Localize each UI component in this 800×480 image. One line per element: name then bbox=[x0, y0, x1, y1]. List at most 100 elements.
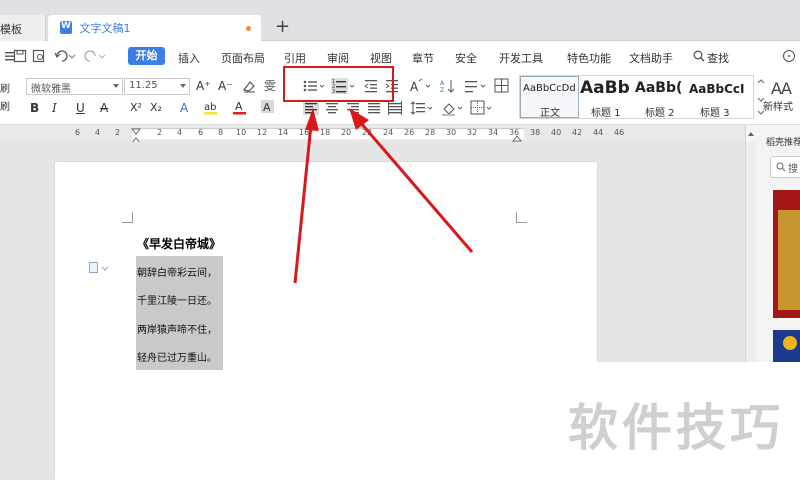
menu-chapter[interactable]: 章节 bbox=[412, 50, 434, 66]
style-heading3[interactable]: AaBbCcI 标题 3 bbox=[689, 77, 745, 121]
redo-icon[interactable] bbox=[84, 49, 106, 63]
menu-page-layout[interactable]: 页面布局 bbox=[221, 50, 265, 66]
char-shading-icon[interactable]: A bbox=[260, 99, 276, 115]
ruler-tick-label: 6 bbox=[198, 128, 204, 137]
template-thumbnail[interactable] bbox=[773, 190, 800, 318]
italic-button[interactable]: I bbox=[52, 101, 57, 115]
ruler-tick-label: 4 bbox=[177, 128, 183, 137]
clear-format-icon[interactable] bbox=[241, 78, 257, 94]
text-effect-icon[interactable]: A bbox=[178, 100, 194, 116]
svg-text:A: A bbox=[440, 80, 445, 87]
shrink-font-button[interactable]: A⁻ bbox=[218, 79, 233, 93]
search-icon bbox=[776, 162, 786, 172]
font-name-value: 微软雅黑 bbox=[31, 84, 71, 95]
grow-font-button[interactable]: A⁺ bbox=[196, 79, 211, 93]
menu-view[interactable]: 视图 bbox=[370, 50, 392, 66]
new-style-button[interactable]: 新样式 bbox=[763, 101, 793, 115]
ruler-tick-label: 10 bbox=[236, 128, 247, 137]
style-heading2[interactable]: AaBb( 标题 2 bbox=[635, 77, 687, 121]
ruler-tick-label: 28 bbox=[425, 128, 436, 137]
font-name-select[interactable]: 微软雅黑 bbox=[26, 78, 123, 95]
menu-security[interactable]: 安全 bbox=[455, 50, 477, 66]
scroll-up-icon[interactable] bbox=[747, 131, 755, 137]
justify-icon[interactable] bbox=[367, 101, 381, 115]
svg-text:A: A bbox=[410, 80, 419, 94]
ruler-tick-label: 20 bbox=[341, 128, 352, 137]
show-hide-marks-icon[interactable] bbox=[494, 78, 510, 94]
text-direction-icon[interactable]: A bbox=[410, 78, 432, 94]
save-icon[interactable] bbox=[13, 49, 27, 63]
ruler-tick-label: 46 bbox=[614, 128, 625, 137]
superscript-button[interactable]: X² bbox=[130, 101, 142, 115]
line-spacing-icon[interactable] bbox=[410, 100, 434, 116]
ruler-tick-label: 2 bbox=[157, 128, 163, 137]
print-preview-icon[interactable] bbox=[32, 49, 46, 63]
distribute-icon[interactable] bbox=[388, 101, 402, 115]
ruler-tick-label: 34 bbox=[488, 128, 499, 137]
menu-references[interactable]: 引用 bbox=[284, 50, 306, 66]
right-indent-marker-icon[interactable] bbox=[512, 134, 522, 142]
ruler-tick-label: 6 bbox=[75, 128, 81, 137]
highlight-icon[interactable]: ab bbox=[203, 99, 219, 115]
poem-line[interactable]: 两岸猿声啼不住， bbox=[137, 321, 217, 336]
new-style-icon[interactable]: AA bbox=[770, 78, 794, 98]
tab-templates-label: 模板 bbox=[0, 23, 22, 36]
template-thumbnail[interactable] bbox=[773, 330, 800, 362]
sort-icon[interactable]: AZ bbox=[440, 78, 456, 94]
tab-templates[interactable]: 模板 bbox=[0, 15, 46, 41]
menu-find[interactable]: 查找 bbox=[707, 50, 729, 66]
pane-search-placeholder: 搜 bbox=[788, 164, 798, 175]
undo-icon[interactable] bbox=[54, 49, 76, 63]
align-center-icon[interactable] bbox=[325, 101, 339, 115]
font-size-value: 11.25 bbox=[129, 80, 158, 91]
ruler-tick-label: 18 bbox=[320, 128, 331, 137]
pane-title: 稻壳推荐 bbox=[766, 138, 800, 148]
pane-search-input[interactable]: 搜 bbox=[770, 156, 800, 178]
thumbnail-banner bbox=[778, 210, 800, 310]
menu-insert[interactable]: 插入 bbox=[178, 50, 200, 66]
ruler-tick-label: 14 bbox=[278, 128, 289, 137]
poem-line[interactable]: 千里江陵一日还。 bbox=[137, 292, 217, 307]
ruler-tick-label: 24 bbox=[383, 128, 394, 137]
ribbon-left-edge: 刷 bbox=[0, 84, 10, 95]
style-normal-name: 正文 bbox=[540, 108, 560, 119]
annotation-highlight-box bbox=[283, 66, 394, 102]
align-left-icon[interactable] bbox=[303, 101, 319, 115]
svg-text:A: A bbox=[781, 79, 792, 98]
font-color-icon[interactable]: A bbox=[232, 99, 248, 115]
tab-start[interactable]: 开始 bbox=[128, 47, 165, 65]
shading-icon[interactable] bbox=[441, 100, 465, 116]
bold-button[interactable]: B bbox=[30, 101, 39, 115]
format-painter-label[interactable]: 刷 bbox=[0, 101, 10, 115]
underline-button[interactable]: U bbox=[76, 101, 85, 115]
tab-document[interactable]: 文字文稿1 bbox=[48, 15, 261, 42]
ruler-tick-label: 40 bbox=[551, 128, 562, 137]
menu-features[interactable]: 特色功能 bbox=[567, 50, 611, 66]
search-icon[interactable] bbox=[693, 50, 705, 62]
phonetic-guide-button[interactable]: 雯 bbox=[264, 79, 276, 93]
margin-corner-mark bbox=[122, 212, 133, 223]
writer-doc-icon bbox=[60, 21, 72, 34]
unsaved-dot-icon bbox=[246, 26, 251, 31]
document-heading[interactable]: 《早发白帝城》 bbox=[137, 235, 221, 252]
style-heading3-sample: AaBbCcI bbox=[689, 82, 745, 96]
style-normal[interactable]: AaBbCcDd 正文 bbox=[522, 77, 580, 121]
paragraph-handle-icon[interactable] bbox=[89, 262, 98, 273]
poem-line[interactable]: 轻舟已过万重山。 bbox=[137, 349, 217, 364]
font-size-select[interactable]: 11.25 bbox=[124, 78, 190, 95]
ruler-tick-label: 22 bbox=[362, 128, 373, 137]
strikethrough-button[interactable]: A bbox=[100, 101, 108, 115]
borders-icon[interactable] bbox=[470, 100, 494, 116]
align-right-icon[interactable] bbox=[346, 101, 360, 115]
menu-doc-assistant[interactable]: 文档助手 bbox=[629, 50, 673, 66]
more-options-icon[interactable] bbox=[782, 49, 796, 63]
svg-text:A: A bbox=[180, 101, 189, 115]
line-spacing-wrap-icon[interactable] bbox=[464, 78, 488, 94]
menu-review[interactable]: 审阅 bbox=[327, 50, 349, 66]
new-tab-button[interactable]: + bbox=[275, 18, 290, 36]
subscript-button[interactable]: X₂ bbox=[150, 101, 162, 115]
menu-dev-tools[interactable]: 开发工具 bbox=[499, 50, 543, 66]
poem-line[interactable]: 朝辞白帝彩云间， bbox=[137, 264, 217, 279]
style-heading1[interactable]: AaBb 标题 1 bbox=[580, 77, 635, 121]
vertical-scrollbar[interactable] bbox=[746, 142, 756, 362]
